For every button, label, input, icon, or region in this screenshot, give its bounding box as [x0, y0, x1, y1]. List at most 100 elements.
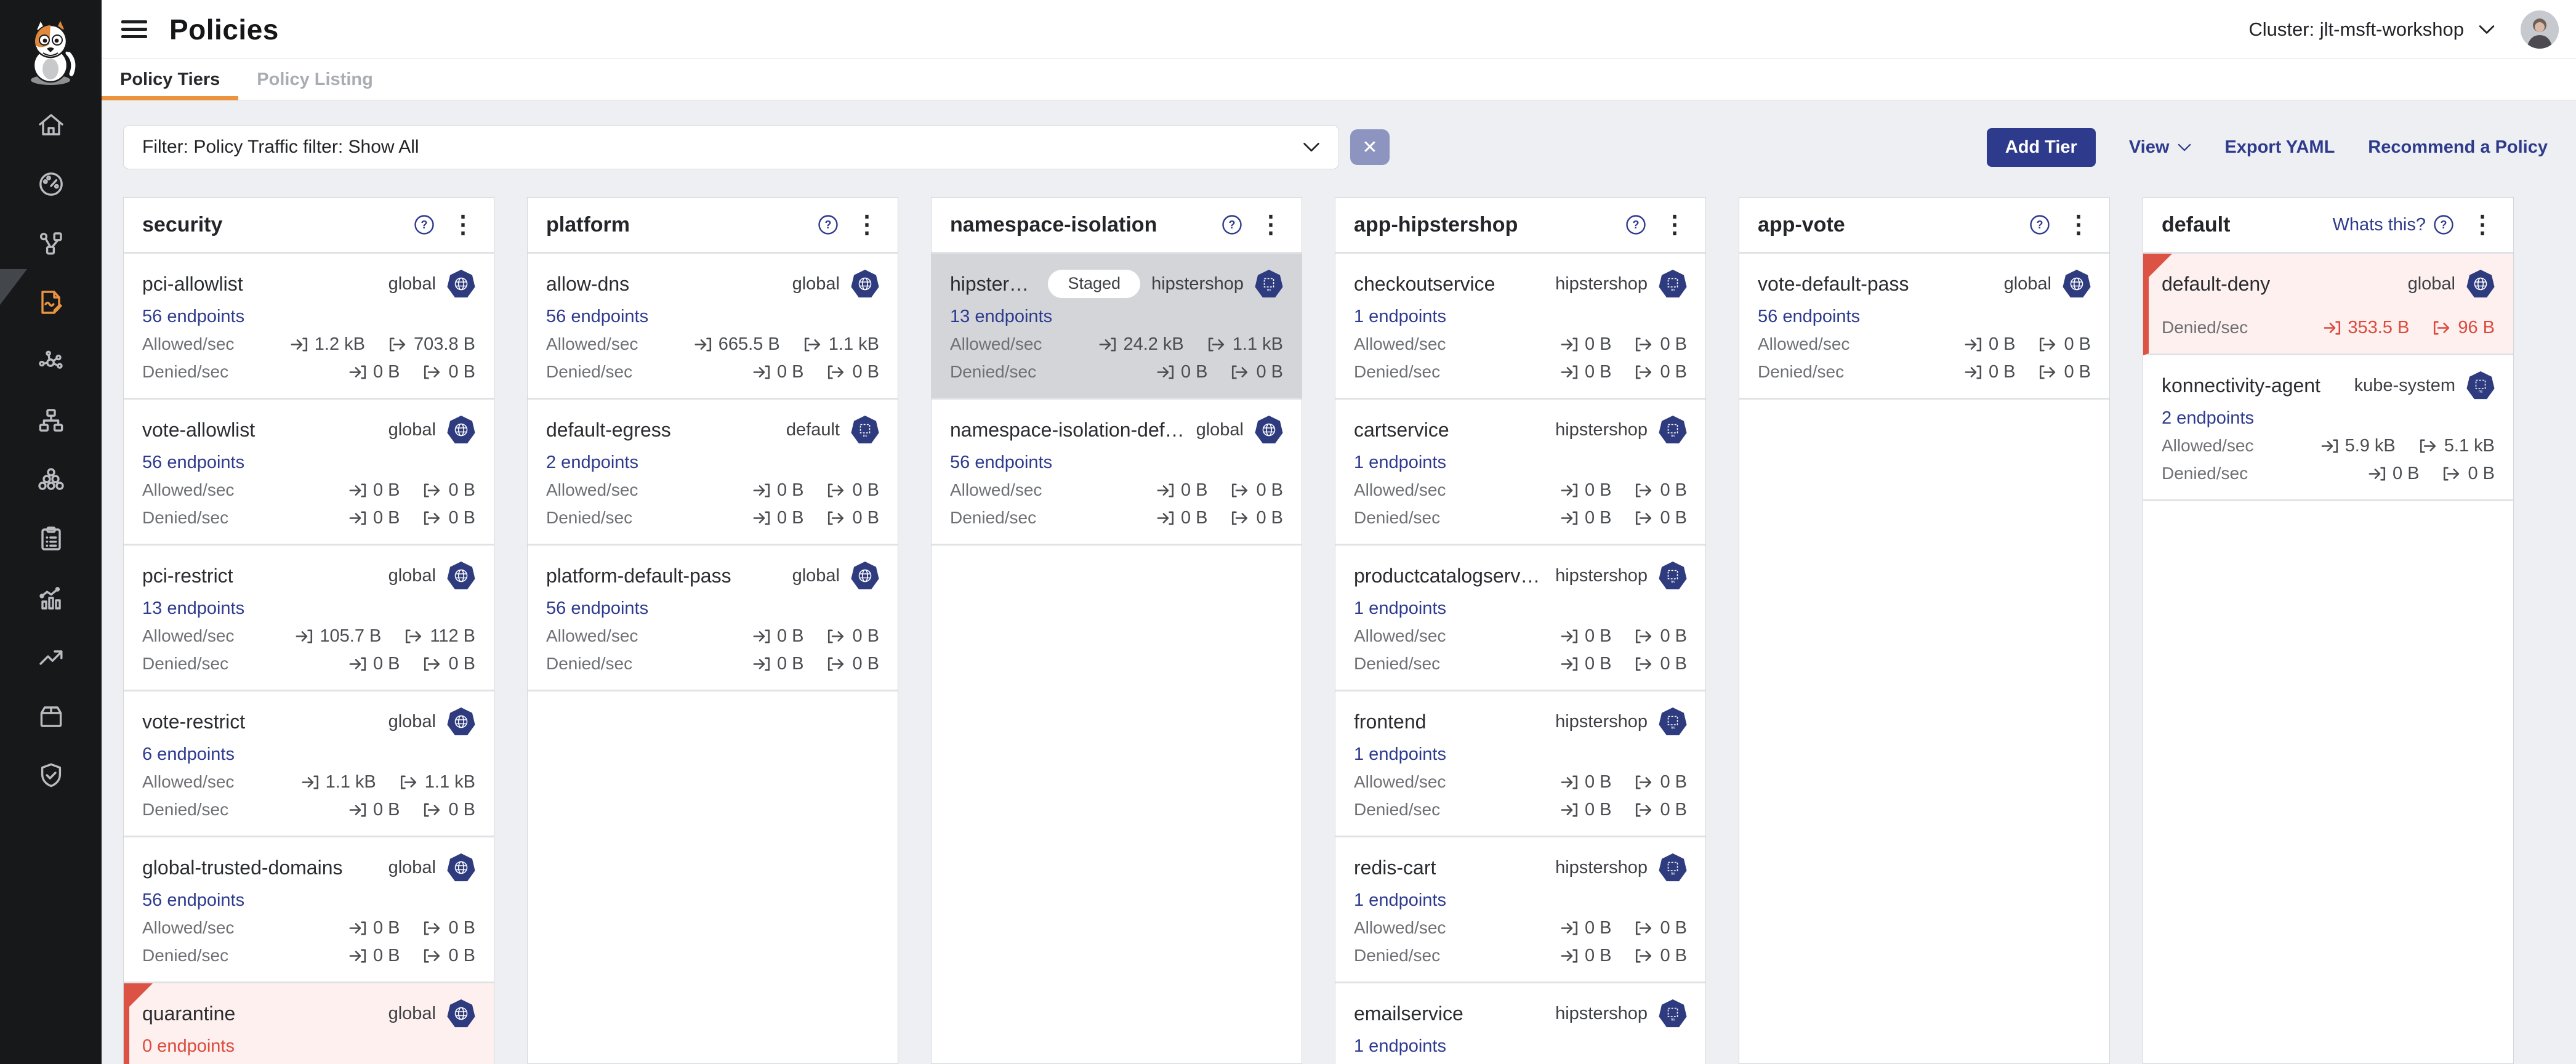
policy-card[interactable]: default-egress default ns 2 endpoints Al…	[528, 400, 898, 546]
whats-this-link[interactable]: ?	[1618, 214, 1646, 235]
recommend-policy-button[interactable]: Recommend a Policy	[2368, 137, 2548, 158]
policy-name: vote-allowlist	[142, 419, 255, 441]
whats-this-link[interactable]: ?	[406, 214, 435, 235]
endpoints-link[interactable]: 6 endpoints	[142, 744, 235, 764]
sidebar-item-shield-check[interactable]	[0, 747, 102, 806]
stat-value-in: 0 B	[777, 626, 804, 646]
endpoints-link[interactable]: 56 endpoints	[546, 307, 648, 326]
tier-column-default: default Whats this? ? ⋮ default-deny glo…	[2143, 197, 2514, 1064]
add-tier-button[interactable]: Add Tier	[1987, 128, 2096, 167]
policy-card[interactable]: default-deny global Denied/sec 353.5 B 9…	[2143, 254, 2513, 355]
stat-value-out: 0 B	[852, 654, 879, 674]
view-dropdown[interactable]: View	[2129, 137, 2192, 158]
tab-policy-tiers[interactable]: Policy Tiers	[102, 59, 238, 100]
inbound-traffic-icon	[289, 335, 308, 354]
policy-card[interactable]: namespace-isolation-default-p… global 56…	[932, 400, 1302, 546]
kebab-menu-icon[interactable]: ⋮	[2470, 212, 2495, 237]
endpoints-link[interactable]: 13 endpoints	[142, 598, 244, 618]
stat-label: Denied/sec	[142, 654, 228, 674]
global-scope-icon	[451, 712, 471, 732]
stat-label: Denied/sec	[546, 508, 632, 528]
whats-this-link[interactable]: Whats this? ?	[2333, 214, 2455, 235]
outbound-traffic-icon	[1635, 919, 1654, 938]
policy-card[interactable]: cartservice hipstershop ns 1 endpoints A…	[1335, 400, 1705, 546]
policy-card[interactable]: productcatalogservice hipstershop ns 1 e…	[1335, 546, 1705, 691]
policy-card[interactable]: vote-restrict global 6 endpoints Allowed…	[124, 691, 494, 837]
endpoints-link[interactable]: 2 endpoints	[546, 453, 638, 472]
endpoints-link[interactable]: 56 endpoints	[546, 598, 648, 618]
inbound-traffic-icon	[1963, 335, 1982, 354]
endpoints-link[interactable]: 56 endpoints	[142, 307, 244, 326]
policy-card[interactable]: pci-restrict global 13 endpoints Allowed…	[124, 546, 494, 691]
sidebar-item-gauge[interactable]	[0, 156, 102, 215]
namespace-scope-icon: ns	[855, 420, 875, 440]
stat-value-out: 0 B	[1660, 362, 1687, 382]
endpoints-link[interactable]: 2 endpoints	[2162, 408, 2254, 428]
sidebar-item-home[interactable]	[0, 97, 102, 156]
whats-this-link[interactable]: ?	[810, 214, 839, 235]
endpoints-link[interactable]: 1 endpoints	[1354, 890, 1446, 910]
stat-value-out: 0 B	[1660, 800, 1687, 820]
endpoints-link[interactable]: 56 endpoints	[950, 453, 1052, 472]
kebab-menu-icon[interactable]: ⋮	[855, 212, 879, 237]
sidebar-item-document-edit[interactable]	[0, 274, 102, 333]
policy-card[interactable]: global-trusted-domains global 56 endpoin…	[124, 837, 494, 983]
endpoints-link[interactable]: 1 endpoints	[1354, 598, 1446, 618]
policy-card[interactable]: vote-allowlist global 56 endpoints Allow…	[124, 400, 494, 546]
endpoints-link[interactable]: 56 endpoints	[142, 453, 244, 472]
policy-card[interactable]: hipstershop-gh… Staged hipstershop ns 13…	[932, 254, 1302, 400]
endpoints-link[interactable]: 13 endpoints	[950, 307, 1052, 326]
kebab-menu-icon[interactable]: ⋮	[451, 212, 475, 237]
policy-card[interactable]: vote-default-pass global 56 endpoints Al…	[1739, 254, 2109, 400]
hamburger-menu-icon[interactable]	[121, 16, 147, 42]
policy-name: konnectivity-agent	[2162, 374, 2320, 397]
inbound-traffic-icon	[1560, 919, 1579, 938]
endpoints-link[interactable]: 1 endpoints	[1354, 1036, 1446, 1056]
namespace-scope-icon: ns	[1659, 707, 1687, 736]
clear-filter-button[interactable]: ✕	[1350, 129, 1390, 165]
policy-card[interactable]: quarantine global 0 endpoints	[124, 983, 494, 1064]
cluster-selector[interactable]: Cluster: jlt-msft-workshop	[2248, 18, 2495, 41]
stat-value-in: 0 B	[1585, 918, 1612, 938]
sidebar-item-hierarchy[interactable]	[0, 392, 102, 451]
policy-card[interactable]: pci-allowlist global 56 endpoints Allowe…	[124, 254, 494, 400]
endpoints-link[interactable]: 0 endpoints	[142, 1036, 235, 1056]
kebab-menu-icon[interactable]: ⋮	[1258, 212, 1283, 237]
whats-this-link[interactable]: ?	[2022, 214, 2050, 235]
stat-value-out: 0 B	[852, 626, 879, 646]
kebab-menu-icon[interactable]: ⋮	[2066, 212, 2091, 237]
policy-card[interactable]: redis-cart hipstershop ns 1 endpoints Al…	[1335, 837, 1705, 983]
kebab-menu-icon[interactable]: ⋮	[1662, 212, 1687, 237]
policy-traffic-filter-dropdown[interactable]: Filter: Policy Traffic filter: Show All	[123, 125, 1339, 169]
endpoints-link[interactable]: 56 endpoints	[142, 890, 244, 910]
policy-card[interactable]: checkoutservice hipstershop ns 1 endpoin…	[1335, 254, 1705, 400]
policy-name: global-trusted-domains	[142, 856, 343, 879]
sidebar-item-package[interactable]	[0, 688, 102, 747]
whats-this-link[interactable]: ?	[1214, 214, 1242, 235]
outbound-traffic-icon	[423, 655, 442, 674]
endpoints-link[interactable]: 1 endpoints	[1354, 453, 1446, 472]
policy-card[interactable]: platform-default-pass global 56 endpoint…	[528, 546, 898, 691]
sidebar-item-honeycomb[interactable]	[0, 451, 102, 510]
endpoints-link[interactable]: 1 endpoints	[1354, 307, 1446, 326]
scope-label: hipstershop	[1555, 420, 1648, 440]
stat-value-out: 0 B	[2064, 334, 2091, 354]
sidebar-item-node-link[interactable]	[0, 215, 102, 274]
policy-card[interactable]: emailservice hipstershop ns 1 endpoints …	[1335, 983, 1705, 1064]
stat-label: Denied/sec	[142, 362, 228, 382]
sidebar-item-bar-chart[interactable]	[0, 570, 102, 629]
endpoints-link[interactable]: 1 endpoints	[1354, 744, 1446, 764]
endpoints-link[interactable]: 56 endpoints	[1758, 307, 1860, 326]
sidebar-item-trending-up[interactable]	[0, 629, 102, 688]
policy-card[interactable]: konnectivity-agent kube-system ns 2 endp…	[2143, 355, 2513, 501]
policy-card[interactable]: frontend hipstershop ns 1 endpoints Allo…	[1335, 691, 1705, 837]
tab-policy-listing[interactable]: Policy Listing	[238, 59, 392, 100]
sidebar-item-clipboard[interactable]	[0, 510, 102, 570]
svg-text:?: ?	[421, 219, 428, 231]
export-yaml-button[interactable]: Export YAML	[2224, 137, 2335, 158]
policy-card[interactable]: allow-dns global 56 endpoints Allowed/se…	[528, 254, 898, 400]
stat-label: Allowed/sec	[142, 918, 234, 938]
sidebar-item-molecule[interactable]	[0, 333, 102, 392]
stat-value-out: 0 B	[2064, 362, 2091, 382]
avatar[interactable]	[2521, 10, 2559, 49]
